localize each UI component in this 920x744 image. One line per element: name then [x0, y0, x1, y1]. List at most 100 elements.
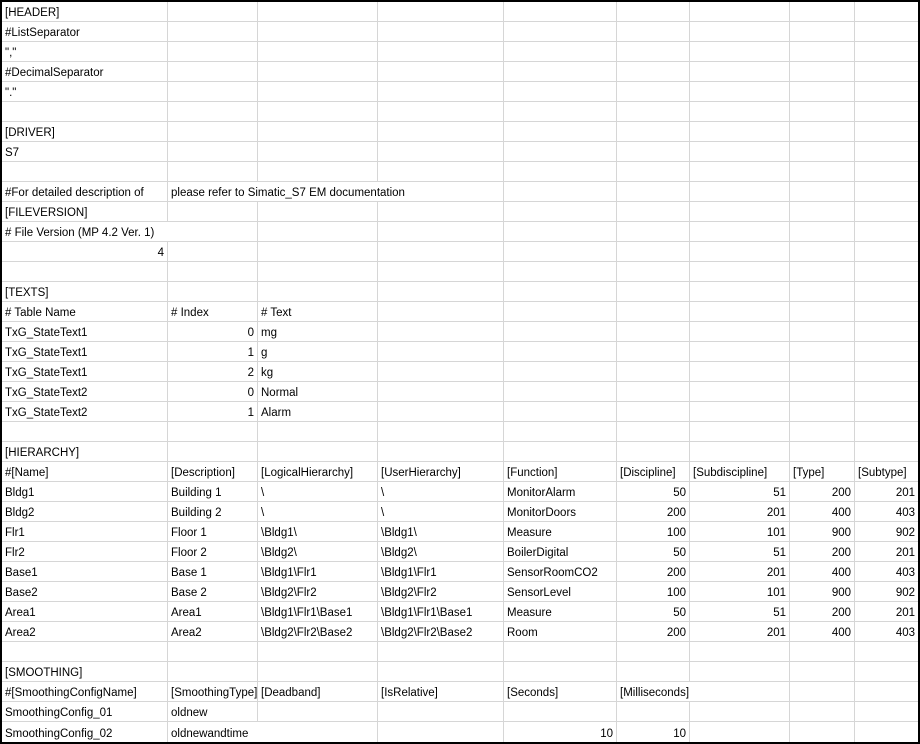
cell[interactable] — [690, 642, 790, 661]
cell[interactable] — [378, 302, 504, 321]
cell[interactable]: Normal — [258, 382, 378, 401]
cell[interactable] — [617, 662, 690, 681]
cell[interactable]: \ — [258, 482, 378, 501]
cell[interactable] — [168, 142, 258, 161]
cell[interactable]: Building 2 — [168, 502, 258, 521]
cell[interactable]: oldnew — [168, 702, 258, 721]
cell[interactable] — [504, 62, 617, 81]
cell[interactable]: #ListSeparator — [2, 22, 168, 41]
cell[interactable]: Bldg2 — [2, 502, 168, 521]
cell[interactable] — [855, 702, 918, 721]
cell[interactable]: [Description] — [168, 462, 258, 481]
cell[interactable]: TxG_StateText1 — [2, 342, 168, 361]
cell[interactable] — [378, 722, 504, 742]
cell[interactable]: 1 — [168, 342, 258, 361]
cell[interactable] — [504, 642, 617, 661]
cell[interactable] — [855, 662, 918, 681]
cell[interactable]: 902 — [855, 582, 918, 601]
cell[interactable] — [855, 62, 918, 81]
cell[interactable] — [168, 662, 258, 681]
cell[interactable] — [855, 162, 918, 181]
cell[interactable] — [378, 282, 504, 301]
cell[interactable]: [UserHierarchy] — [378, 462, 504, 481]
cell[interactable]: 403 — [855, 502, 918, 521]
cell[interactable]: 200 — [790, 602, 855, 621]
cell[interactable] — [168, 442, 258, 461]
cell[interactable] — [690, 702, 790, 721]
cell[interactable] — [790, 442, 855, 461]
cell[interactable] — [504, 242, 617, 261]
cell[interactable]: [LogicalHierarchy] — [258, 462, 378, 481]
cell[interactable] — [690, 182, 790, 201]
cell[interactable]: [TEXTS] — [2, 282, 168, 301]
cell[interactable] — [855, 442, 918, 461]
cell[interactable] — [258, 102, 378, 121]
cell[interactable]: Floor 1 — [168, 522, 258, 541]
cell[interactable] — [168, 102, 258, 121]
cell[interactable] — [258, 282, 378, 301]
cell[interactable] — [258, 142, 378, 161]
cell[interactable]: 51 — [690, 542, 790, 561]
cell[interactable]: [FILEVERSION] — [2, 202, 168, 221]
cell[interactable] — [855, 222, 918, 241]
cell[interactable]: #DecimalSeparator — [2, 62, 168, 81]
cell[interactable] — [690, 142, 790, 161]
cell[interactable]: \Bldg2\ — [378, 542, 504, 561]
cell[interactable]: [Discipline] — [617, 462, 690, 481]
cell[interactable] — [504, 42, 617, 61]
cell[interactable] — [790, 662, 855, 681]
cell[interactable] — [790, 422, 855, 441]
cell[interactable] — [378, 382, 504, 401]
cell[interactable] — [617, 262, 690, 281]
cell[interactable]: # Index — [168, 302, 258, 321]
cell[interactable] — [617, 182, 690, 201]
cell[interactable]: 0 — [168, 322, 258, 341]
cell[interactable]: TxG_StateText1 — [2, 362, 168, 381]
cell[interactable]: TxG_StateText2 — [2, 402, 168, 421]
cell[interactable] — [168, 62, 258, 81]
cell[interactable]: kg — [258, 362, 378, 381]
cell[interactable] — [855, 122, 918, 141]
cell[interactable]: 1 — [168, 402, 258, 421]
cell[interactable] — [690, 282, 790, 301]
cell[interactable] — [504, 702, 617, 721]
cell[interactable]: 201 — [690, 622, 790, 641]
cell[interactable] — [855, 102, 918, 121]
cell[interactable] — [790, 82, 855, 101]
cell[interactable]: 100 — [617, 522, 690, 541]
cell[interactable]: 50 — [617, 542, 690, 561]
cell[interactable] — [855, 682, 918, 701]
cell[interactable] — [504, 122, 617, 141]
cell[interactable]: 200 — [790, 542, 855, 561]
cell[interactable] — [690, 82, 790, 101]
cell[interactable] — [378, 102, 504, 121]
cell[interactable] — [168, 122, 258, 141]
cell[interactable]: 902 — [855, 522, 918, 541]
cell[interactable] — [690, 22, 790, 41]
cell[interactable]: 900 — [790, 582, 855, 601]
cell[interactable] — [855, 642, 918, 661]
cell[interactable]: # Table Name — [2, 302, 168, 321]
cell[interactable] — [790, 702, 855, 721]
cell[interactable]: 400 — [790, 622, 855, 641]
cell[interactable] — [617, 142, 690, 161]
cell[interactable]: 51 — [690, 482, 790, 501]
cell[interactable] — [504, 102, 617, 121]
cell[interactable] — [258, 222, 378, 241]
cell[interactable]: [IsRelative] — [378, 682, 504, 701]
cell[interactable] — [855, 362, 918, 381]
cell[interactable]: #[SmoothingConfigName] — [2, 682, 168, 701]
cell[interactable]: 201 — [690, 502, 790, 521]
cell[interactable] — [378, 342, 504, 361]
cell[interactable] — [690, 262, 790, 281]
cell[interactable] — [617, 442, 690, 461]
cell[interactable] — [690, 382, 790, 401]
cell[interactable] — [617, 242, 690, 261]
cell[interactable]: #[Name] — [2, 462, 168, 481]
cell[interactable] — [168, 242, 258, 261]
cell[interactable] — [617, 382, 690, 401]
cell[interactable] — [790, 122, 855, 141]
cell[interactable]: \Bldg1\Flr1\Base1 — [258, 602, 378, 621]
cell[interactable] — [168, 22, 258, 41]
cell[interactable] — [690, 722, 790, 742]
